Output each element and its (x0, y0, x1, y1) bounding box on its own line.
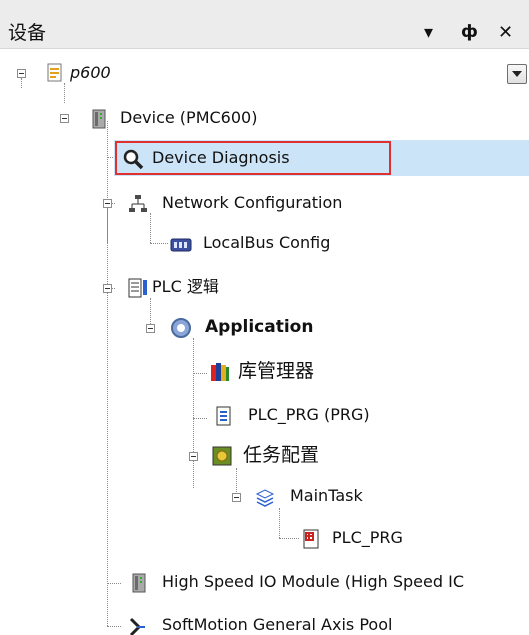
tree-item-plc-prg[interactable]: PLC_PRG (PRG) (248, 405, 370, 425)
bus-module-icon (170, 233, 192, 255)
pin-icon[interactable]: ф (461, 24, 478, 41)
collapse-toggle-plc-logic[interactable] (103, 284, 112, 293)
collapse-toggle-device[interactable] (60, 114, 69, 123)
device-module-icon (88, 108, 110, 130)
tree-item-application[interactable]: Application (205, 317, 313, 337)
network-topology-icon (127, 193, 149, 215)
tree-item-p600[interactable]: p600 (70, 63, 111, 83)
device-tree: p600 Device (PMC600) Device Diagnosis Ne… (0, 48, 529, 635)
devices-panel: 设备 ▾ ф ✕ p600 Device (PMC600) Device Dia… (0, 0, 529, 635)
task-config-icon (211, 445, 233, 467)
collapse-toggle-p600[interactable] (17, 69, 26, 78)
panel-titlebar: 设备 ▾ ф ✕ (0, 0, 529, 49)
tree-item-task-configuration[interactable]: 任务配置 (243, 445, 319, 465)
tree-item-plc-logic[interactable]: PLC 逻辑 (152, 277, 219, 297)
collapse-toggle-network[interactable] (103, 199, 112, 208)
tree-item-localbus-config[interactable]: LocalBus Config (203, 233, 330, 253)
axis-pool-icon (125, 615, 147, 635)
task-stack-icon (254, 486, 276, 508)
chevron-down-icon[interactable] (507, 64, 527, 84)
collapse-toggle-task-config[interactable] (189, 452, 198, 461)
collapse-toggle-maintask[interactable] (232, 493, 241, 502)
tree-item-device[interactable]: Device (PMC600) (120, 108, 257, 128)
plc-logic-icon (127, 277, 149, 299)
magnifier-icon (122, 148, 144, 170)
window-menu-dropdown-icon[interactable]: ▾ (424, 24, 433, 42)
program-call-icon (300, 528, 322, 550)
device-module-icon (128, 572, 150, 594)
close-icon[interactable]: ✕ (498, 24, 513, 42)
project-document-icon (44, 62, 66, 84)
library-books-icon (209, 361, 231, 383)
application-gear-icon (170, 317, 192, 339)
tree-item-plc-prg-call[interactable]: PLC_PRG (332, 528, 403, 548)
tree-item-maintask[interactable]: MainTask (290, 486, 363, 506)
tree-item-softmotion-axis-pool[interactable]: SoftMotion General Axis Pool (162, 615, 392, 635)
program-document-icon (213, 405, 235, 427)
tree-item-network-configuration[interactable]: Network Configuration (162, 193, 342, 213)
tree-item-library-manager[interactable]: 库管理器 (238, 361, 314, 381)
panel-title: 设备 (8, 22, 47, 44)
collapse-toggle-application[interactable] (146, 324, 155, 333)
tree-item-device-diagnosis[interactable]: Device Diagnosis (152, 148, 290, 168)
tree-item-high-speed-io[interactable]: High Speed IO Module (High Speed IC (162, 572, 464, 592)
